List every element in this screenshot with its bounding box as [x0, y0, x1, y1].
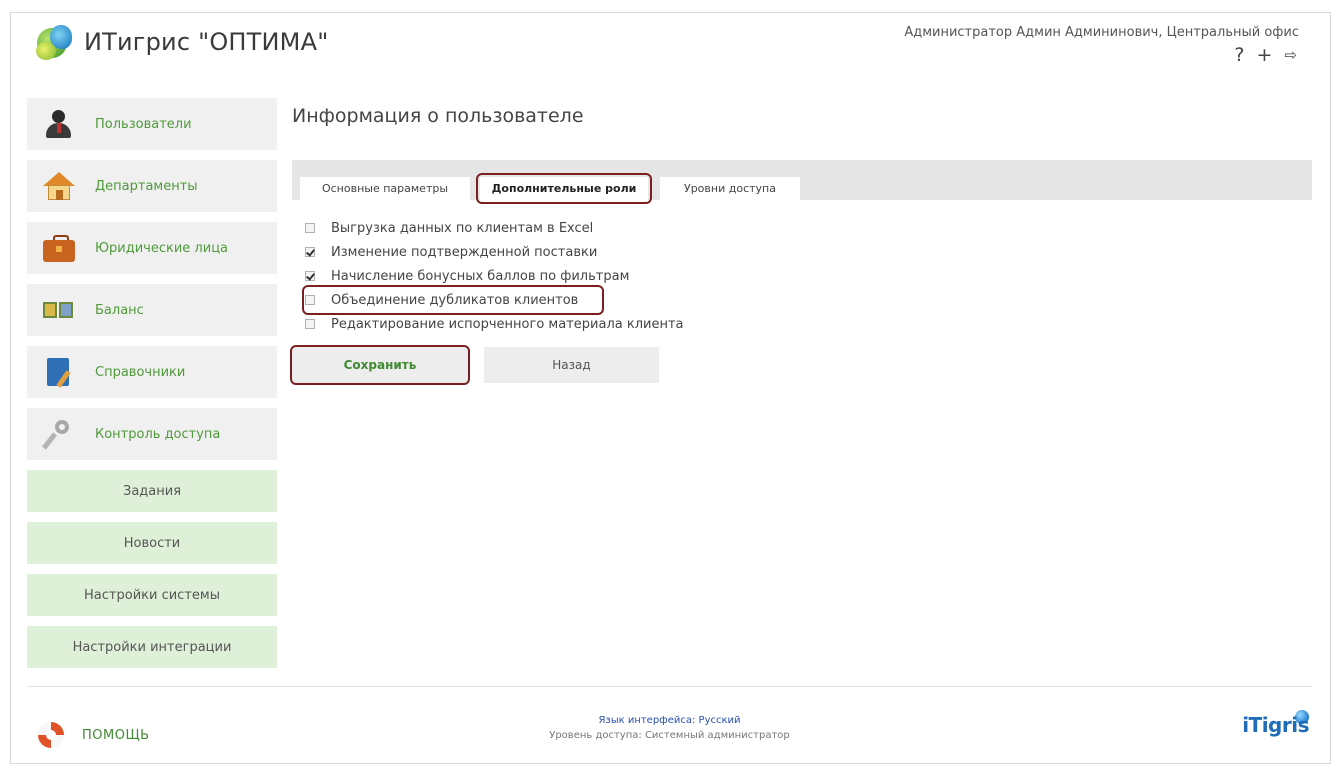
- sidebar-item-departments[interactable]: Департаменты: [27, 160, 277, 212]
- footer-divider: [27, 686, 1312, 687]
- tab-access-levels[interactable]: Уровни доступа: [660, 177, 800, 200]
- sidebar: Пользователи Департаменты Юридические ли…: [27, 98, 277, 678]
- back-button[interactable]: Назад: [484, 347, 659, 383]
- app-title: ИТигрис "ОПТИМА": [84, 28, 329, 56]
- tab-bar: Основные параметры Дополнительные роли У…: [292, 160, 1312, 204]
- sidebar-item-label: Юридические лица: [95, 240, 229, 256]
- sidebar-item-label: Департаменты: [95, 178, 198, 194]
- role-label: Объединение дубликатов клиентов: [331, 292, 579, 308]
- sidebar-subitem-tasks[interactable]: Задания: [27, 470, 277, 512]
- role-checkbox[interactable]: [305, 319, 315, 329]
- sidebar-item-label: Баланс: [95, 302, 144, 318]
- help-icon[interactable]: ?: [1234, 44, 1244, 66]
- logo-icon: [34, 22, 74, 62]
- role-checkbox[interactable]: [305, 223, 315, 233]
- app-logo[interactable]: ИТигрис "ОПТИМА": [34, 22, 328, 62]
- sidebar-subitem-news[interactable]: Новости: [27, 522, 277, 564]
- footer-info: Язык интерфейса: Русский Уровень доступа…: [0, 715, 1339, 741]
- role-checkbox[interactable]: [305, 247, 315, 257]
- page-title: Информация о пользователе: [292, 105, 584, 127]
- role-label: Редактирование испорченного материала кл…: [331, 316, 684, 332]
- role-row: Выгрузка данных по клиентам в Excel: [305, 216, 684, 240]
- role-row: Редактирование испорченного материала кл…: [305, 312, 684, 336]
- sidebar-item-label: Пользователи: [95, 116, 192, 132]
- role-label: Выгрузка данных по клиентам в Excel: [331, 220, 594, 236]
- sidebar-subitem-system-settings[interactable]: Настройки системы: [27, 574, 277, 616]
- add-icon[interactable]: +: [1257, 44, 1273, 66]
- balance-icon: [41, 294, 77, 326]
- role-label: Изменение подтвержденной поставки: [331, 244, 598, 260]
- role-checkbox[interactable]: [305, 295, 315, 305]
- tab-basic-params[interactable]: Основные параметры: [300, 177, 470, 200]
- sidebar-item-legal-entities[interactable]: Юридические лица: [27, 222, 277, 274]
- save-button[interactable]: Сохранить: [290, 345, 470, 385]
- home-icon: [41, 170, 77, 202]
- role-checkbox[interactable]: [305, 271, 315, 281]
- role-row-highlighted: Объединение дубликатов клиентов: [302, 285, 604, 315]
- sidebar-item-access-control[interactable]: Контроль доступа: [27, 408, 277, 460]
- role-label: Начисление бонусных баллов по фильтрам: [331, 268, 630, 284]
- user-icon: [41, 108, 77, 140]
- current-user: Администратор Админ Админинович, Централ…: [904, 25, 1299, 40]
- book-icon: [41, 356, 77, 388]
- sidebar-item-label: Справочники: [95, 364, 186, 380]
- key-icon: [41, 418, 77, 450]
- sidebar-item-users[interactable]: Пользователи: [27, 98, 277, 150]
- role-row: Изменение подтвержденной поставки: [305, 240, 684, 264]
- briefcase-icon: [41, 232, 77, 264]
- header-actions: ? + ⇨: [1234, 44, 1297, 66]
- tab-additional-roles[interactable]: Дополнительные роли: [476, 173, 652, 204]
- interface-language-link[interactable]: Язык интерфейса: Русский: [0, 715, 1339, 726]
- sidebar-item-references[interactable]: Справочники: [27, 346, 277, 398]
- brand-logo: iTigris: [1242, 713, 1309, 737]
- roles-list: Выгрузка данных по клиентам в Excel Изме…: [302, 216, 684, 336]
- role-row: Начисление бонусных баллов по фильтрам: [305, 264, 684, 288]
- sidebar-item-balance[interactable]: Баланс: [27, 284, 277, 336]
- sidebar-subitem-integration-settings[interactable]: Настройки интеграции: [27, 626, 277, 668]
- access-level-text: Уровень доступа: Системный администратор: [549, 730, 790, 741]
- sidebar-item-label: Контроль доступа: [95, 426, 221, 442]
- logout-icon[interactable]: ⇨: [1284, 46, 1297, 64]
